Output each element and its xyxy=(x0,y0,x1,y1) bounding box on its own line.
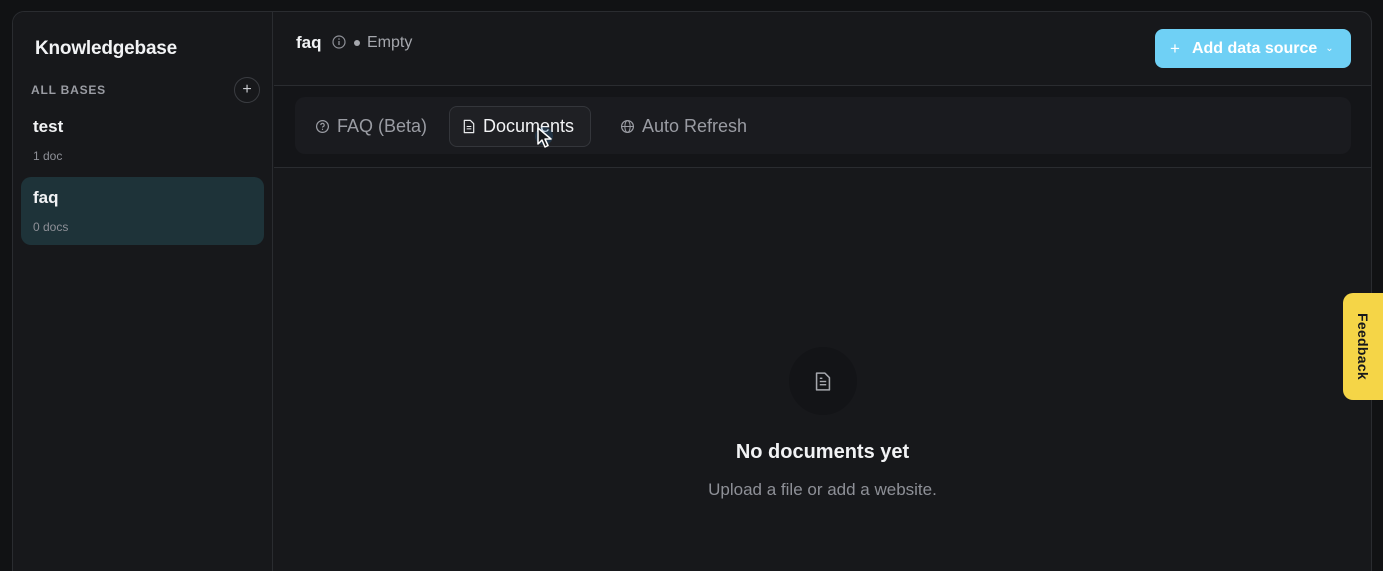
add-base-button[interactable]: + xyxy=(234,77,260,103)
empty-document-icon xyxy=(789,347,857,415)
tab-faq-label: FAQ (Beta) xyxy=(337,116,428,136)
base-name: faq xyxy=(33,188,59,207)
document-icon xyxy=(463,119,475,134)
globe-icon xyxy=(620,119,635,134)
tab-documents-label: Documents xyxy=(483,116,575,136)
sidebar-item-test[interactable]: test 1 doc xyxy=(21,106,264,174)
chevron-down-icon: ⌄ xyxy=(1325,43,1334,54)
header: faq Empty + Add data source ⌄ xyxy=(274,12,1371,86)
tab-auto-refresh[interactable]: Auto Refresh xyxy=(608,106,763,147)
status-text: Empty xyxy=(367,34,413,51)
empty-state-subtitle: Upload a file or add a website. xyxy=(708,480,937,499)
feedback-button[interactable]: Feedback xyxy=(1343,293,1383,400)
all-bases-label: ALL BASES xyxy=(31,83,106,97)
base-doc-count: 1 doc xyxy=(33,149,63,163)
tab-bar: FAQ (Beta) Documents Auto Refresh xyxy=(295,97,1351,154)
empty-state-title: No documents yet xyxy=(735,441,910,463)
plus-icon: + xyxy=(242,81,252,98)
sidebar: Knowledgebase ALL BASES + test 1 doc faq… xyxy=(13,12,273,571)
base-name: test xyxy=(33,117,64,136)
base-doc-count: 0 docs xyxy=(33,220,69,234)
sidebar-item-faq[interactable]: faq 0 docs xyxy=(21,177,264,245)
tab-faq[interactable]: FAQ (Beta) xyxy=(303,106,443,147)
tab-auto-refresh-label: Auto Refresh xyxy=(642,116,748,136)
page-title: faq xyxy=(296,33,322,52)
empty-state: No documents yet Upload a file or add a … xyxy=(274,169,1371,571)
plus-icon: + xyxy=(1170,38,1180,58)
app-window: Knowledgebase ALL BASES + test 1 doc faq… xyxy=(12,11,1372,571)
tab-documents[interactable]: Documents xyxy=(449,106,592,147)
add-data-source-label: Add data source xyxy=(1191,39,1318,57)
faq-bubble-icon xyxy=(315,119,330,134)
main-panel: faq Empty + Add data source ⌄ FAQ (Beta)… xyxy=(274,12,1371,571)
info-icon[interactable] xyxy=(332,35,346,49)
status-dot xyxy=(354,40,360,46)
sidebar-title: Knowledgebase xyxy=(35,38,178,59)
tabs-row: FAQ (Beta) Documents Auto Refresh xyxy=(274,86,1371,168)
feedback-label: Feedback xyxy=(1355,313,1371,380)
add-data-source-button[interactable]: + Add data source ⌄ xyxy=(1155,29,1351,68)
